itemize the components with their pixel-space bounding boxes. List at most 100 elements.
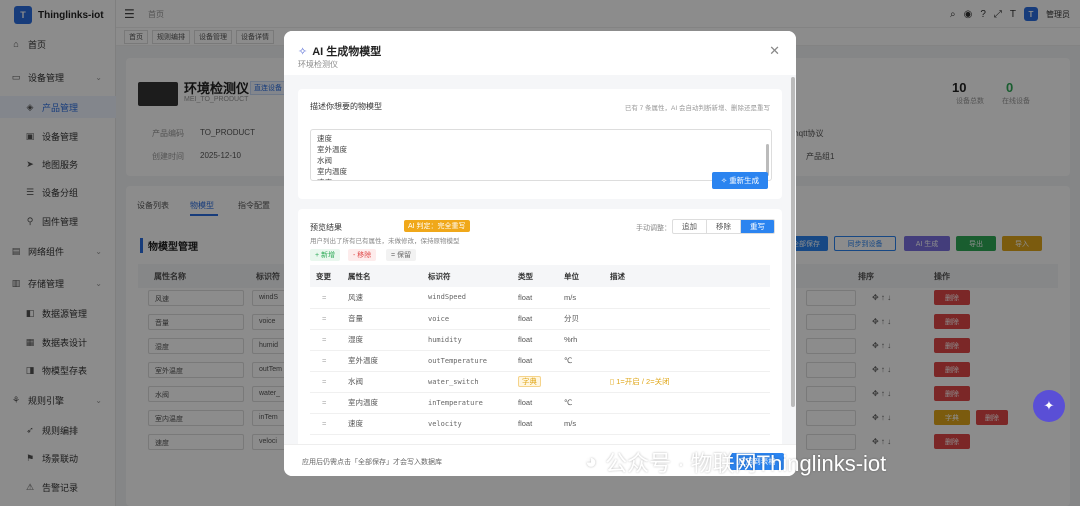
- table-row: = 湿度 humidity float %rh: [310, 329, 770, 351]
- cell-name: 室外温度: [342, 350, 422, 372]
- sparkle-icon: ✧: [720, 176, 730, 185]
- cell-unit: m/s: [558, 413, 604, 435]
- cell-text: water_switch: [428, 377, 479, 386]
- cell-text: float: [518, 419, 533, 428]
- table-row: = 室内温度 inTemperature float ℃: [310, 392, 770, 414]
- cell-text: 水阀: [348, 377, 363, 386]
- desc-line: 速度: [317, 177, 765, 180]
- table-row: = 速度 velocity float m/s: [310, 413, 770, 435]
- col-header: 变更: [310, 265, 342, 287]
- cell-text: ℃: [564, 356, 573, 365]
- cell-text: 分贝: [564, 314, 579, 323]
- cell-text: float: [518, 356, 533, 365]
- col-header: 单位: [558, 265, 604, 287]
- regenerate-label: 重新生成: [729, 176, 760, 185]
- cell-unit: ℃: [558, 350, 604, 372]
- description-panel: 描述你想要的物模型 已有 7 条属性，AI 会自动判断新增、删除还是重写 速度室…: [298, 89, 782, 199]
- cell-name: 湿度: [342, 329, 422, 351]
- cell-type: float: [512, 392, 558, 414]
- cell-unit: m/s: [558, 287, 604, 309]
- dialog-scrollbar[interactable]: [791, 77, 795, 407]
- cell-change: =: [310, 308, 342, 330]
- cell-name: 水阀: [342, 371, 422, 393]
- cell-text: inTemperature: [428, 398, 483, 407]
- cell-text: float: [518, 398, 533, 407]
- mode-remove[interactable]: 移除: [707, 220, 741, 233]
- cell-text: float: [518, 335, 533, 344]
- mode-rewrite[interactable]: 重写: [741, 220, 774, 233]
- cell-desc: [604, 350, 770, 372]
- cell-type: float: [512, 287, 558, 309]
- cell-change: =: [310, 329, 342, 351]
- cell-desc: [604, 329, 770, 351]
- close-icon[interactable]: ✕: [769, 43, 780, 59]
- ai-verdict-badge: AI 判定：完全重写: [404, 220, 470, 232]
- watermark: ◕ 公众号 · 物联网Thinglinks-iot: [585, 446, 886, 478]
- cell-unit: ℃: [558, 392, 604, 414]
- desc-line: 室内温度: [317, 167, 347, 176]
- table-row: = 室外温度 outTemperature float ℃: [310, 350, 770, 372]
- cell-change: =: [310, 371, 342, 393]
- preview-label: 预览结果: [310, 223, 342, 232]
- desc-line: 室外温度: [317, 145, 347, 154]
- cell-change: =: [310, 413, 342, 435]
- description-textarea[interactable]: 速度室外温度水阀室内温度速度: [310, 129, 772, 181]
- ai-assistant-fab[interactable]: ✦: [1033, 390, 1065, 422]
- cell-text: =: [322, 292, 327, 302]
- cell-desc: [604, 392, 770, 414]
- cell-text: outTemperature: [428, 356, 488, 365]
- cell-text: m/s: [564, 292, 577, 302]
- cell-name: 风速: [342, 287, 422, 309]
- cell-name: 速度: [342, 413, 422, 435]
- cell-text: 室内温度: [348, 398, 378, 407]
- cell-unit: 分贝: [558, 308, 604, 330]
- cell-text: 1=开启 / 2=关闭: [616, 377, 670, 386]
- cell-type: float: [512, 308, 558, 330]
- legend-keep: = 保留: [386, 249, 417, 261]
- cell-text: float: [518, 314, 533, 323]
- table-row: = 风速 windSpeed float m/s: [310, 287, 770, 309]
- table-row: = 水阀 water_switch 字典 ▯ 1=开启 / 2=关闭: [310, 371, 770, 393]
- footer-note: 应用后仍需点击「全部保存」才会写入数据库: [302, 459, 442, 466]
- cell-id: outTemperature: [422, 350, 512, 372]
- dialog-subtitle: 环境检测仪: [298, 60, 338, 69]
- magic-wand-icon: ✦: [1043, 398, 1055, 413]
- cell-text: =: [322, 335, 327, 344]
- cell-text: 音量: [348, 314, 363, 323]
- desc-line: 水阀: [317, 156, 332, 165]
- cell-text: humidity: [428, 335, 462, 344]
- cell-text: =: [322, 419, 327, 428]
- watermark-text: 公众号 · 物联网Thinglinks-iot: [605, 451, 887, 476]
- desc-line: 速度: [317, 134, 332, 143]
- cell-text: =: [322, 356, 327, 365]
- cell-type: float: [512, 350, 558, 372]
- manual-adjust-label: 手动调整：: [636, 225, 671, 232]
- cell-change: =: [310, 392, 342, 414]
- mode-append[interactable]: 追加: [673, 220, 707, 233]
- col-header: 属性名: [342, 265, 422, 287]
- desc-label: 描述你想要的物模型: [310, 102, 382, 111]
- dialog-title: AI 生成物模型: [312, 46, 382, 58]
- cell-unit: [558, 371, 604, 393]
- legend-add: + 新增: [310, 249, 341, 261]
- desc-hint: 已有 7 条属性，AI 会自动判断新增、删除还是重写: [624, 105, 770, 112]
- col-header: 标识符: [422, 265, 512, 287]
- cell-desc: [604, 413, 770, 435]
- cell-text: ℃: [564, 398, 573, 407]
- col-header: 描述: [604, 265, 770, 287]
- cell-unit: %rh: [558, 329, 604, 351]
- cell-name: 室内温度: [342, 392, 422, 414]
- preview-panel: 预览结果 AI 判定：完全重写 用户列出了所有已有属性，未做修改，保持原物模型 …: [298, 209, 782, 449]
- table-row: = 音量 voice float 分贝: [310, 308, 770, 330]
- cell-desc: ▯ 1=开启 / 2=关闭: [604, 371, 770, 393]
- cell-name: 音量: [342, 308, 422, 330]
- dialog-header: ✧ AI 生成物模型 环境检测仪 ✕: [284, 31, 796, 75]
- regenerate-button[interactable]: ✧ 重新生成: [712, 172, 768, 189]
- cell-text: 室外温度: [348, 356, 378, 365]
- cell-type: 字典: [512, 371, 558, 393]
- preview-note: 用户列出了所有已有属性，未做修改，保持原物模型: [310, 238, 460, 245]
- cell-text: =: [322, 314, 327, 323]
- cell-id: voice: [422, 308, 512, 330]
- col-header: 类型: [512, 265, 558, 287]
- cell-id: windSpeed: [422, 287, 512, 309]
